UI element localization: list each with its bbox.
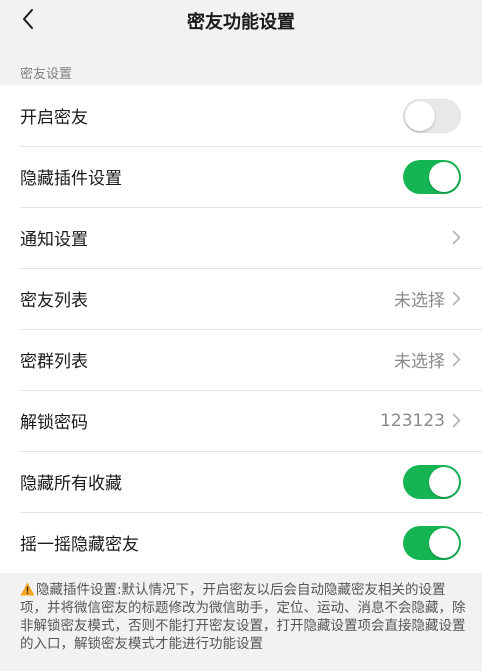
row-friend-list[interactable]: 密友列表 未选择 [0,268,482,329]
enable-friend-toggle[interactable] [403,98,461,133]
toggle-knob [429,527,459,558]
row-label: 隐藏所有收藏 [20,474,122,494]
row-value: 未选择 [394,352,445,372]
section-header: 密友设置 [20,67,73,82]
row-label: 密友列表 [20,291,88,311]
row-label: 解锁密码 [20,413,88,433]
row-label: 通知设置 [20,230,88,250]
page-title: 密友功能设置 [187,12,295,33]
row-shake-hide-friend: 摇一摇隐藏密友 [0,512,482,573]
hide-all-favorites-toggle[interactable] [403,464,461,499]
row-label: 摇一摇隐藏密友 [20,535,139,555]
row-notification-settings[interactable]: 通知设置 [0,207,482,268]
chevron-right-icon [451,413,461,429]
warning-icon [20,582,35,596]
footer-note: 隐藏插件设置:默认情况下，开启密友以后会自动隐藏密友相关的设置项，并将微信密友的… [0,573,482,653]
chevron-right-icon [451,291,461,307]
row-value: 未选择 [394,291,445,311]
toggle-knob [429,466,459,497]
footer-note-text: 隐藏插件设置:默认情况下，开启密友以后会自动隐藏密友相关的设置项，并将微信密友的… [20,582,466,652]
row-enable-friend: 开启密友 [0,85,482,146]
row-label: 密群列表 [20,352,88,372]
chevron-right-icon [451,352,461,368]
hide-plugin-settings-toggle[interactable] [403,159,461,194]
chevron-right-icon [451,230,461,246]
row-group-list[interactable]: 密群列表 未选择 [0,329,482,390]
row-hide-all-favorites: 隐藏所有收藏 [0,451,482,512]
row-hide-plugin-settings: 隐藏插件设置 [0,146,482,207]
toggle-knob [429,161,459,192]
shake-hide-friend-toggle[interactable] [403,525,461,560]
row-label: 开启密友 [20,108,88,128]
row-unlock-password[interactable]: 解锁密码 123123 [0,390,482,451]
row-label: 隐藏插件设置 [20,169,122,189]
settings-list: 开启密友 隐藏插件设置 通知设置 密友列表 未选择 密群列表 未选择 解锁密码 … [0,85,482,573]
nav-bar: 密友功能设置 [0,0,482,40]
toggle-knob [405,100,435,131]
row-value: 123123 [380,410,445,431]
